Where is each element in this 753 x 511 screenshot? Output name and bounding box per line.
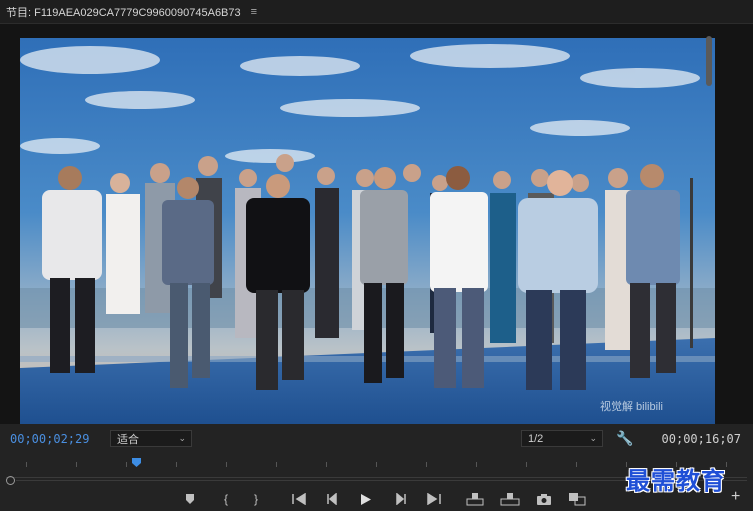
- add-marker-button[interactable]: [184, 490, 196, 508]
- wrench-icon[interactable]: 🔧: [616, 430, 633, 447]
- step-back-button[interactable]: [326, 490, 340, 508]
- panel-menu-icon[interactable]: ≡: [251, 6, 257, 18]
- go-to-out-icon: [427, 493, 441, 505]
- zoom-handle[interactable]: [6, 476, 15, 485]
- zoom-fit-select[interactable]: 适合 ⌄: [110, 430, 192, 447]
- step-back-icon: [327, 493, 337, 505]
- panel-title[interactable]: 节目: F119AEA029CA7779C9960090745A6B73: [6, 4, 241, 20]
- step-forward-icon: [396, 493, 406, 505]
- mark-in-icon: {: [223, 492, 228, 506]
- duration-timecode: 00;00;16;07: [661, 432, 741, 446]
- video-watermark: 视觉解 bilibili: [600, 399, 663, 413]
- play-icon: [361, 493, 371, 505]
- chevron-down-icon: ⌄: [589, 433, 597, 443]
- mark-out-button[interactable]: }: [250, 490, 262, 508]
- button-editor-icon[interactable]: +: [731, 488, 740, 506]
- go-to-out-button[interactable]: [426, 490, 442, 508]
- marker-icon: [186, 494, 194, 504]
- camera-icon: [537, 493, 551, 505]
- current-timecode[interactable]: 00;00;02;29: [10, 432, 89, 446]
- program-monitor: 视觉解 bilibili: [0, 24, 753, 426]
- comparison-view-button[interactable]: [568, 490, 586, 508]
- playback-resolution-select[interactable]: 1/2 ⌄: [521, 430, 603, 447]
- zoom-fit-value: 适合: [117, 433, 139, 446]
- video-still: 视觉解 bilibili: [20, 38, 715, 426]
- lift-button[interactable]: [466, 490, 484, 508]
- chevron-down-icon: ⌄: [178, 433, 186, 443]
- lift-icon: [466, 493, 484, 506]
- playback-resolution-value: 1/2: [528, 432, 544, 445]
- monitor-scrollbar[interactable]: [706, 36, 712, 86]
- play-button[interactable]: [359, 490, 373, 508]
- extract-icon: [500, 493, 520, 506]
- comparison-icon: [569, 493, 586, 506]
- export-frame-button[interactable]: [536, 490, 552, 508]
- video-frame: 视觉解 bilibili: [20, 38, 715, 426]
- site-watermark: 最需教育: [626, 466, 726, 495]
- extract-button[interactable]: [500, 490, 520, 508]
- step-forward-button[interactable]: [393, 490, 407, 508]
- mark-in-button[interactable]: {: [220, 490, 232, 508]
- go-to-in-icon: [292, 493, 306, 505]
- mark-out-icon: }: [253, 492, 258, 506]
- go-to-in-button[interactable]: [291, 490, 307, 508]
- panel-header: 节目: F119AEA029CA7779C9960090745A6B73 ≡: [0, 0, 753, 24]
- playhead-icon[interactable]: [132, 458, 141, 467]
